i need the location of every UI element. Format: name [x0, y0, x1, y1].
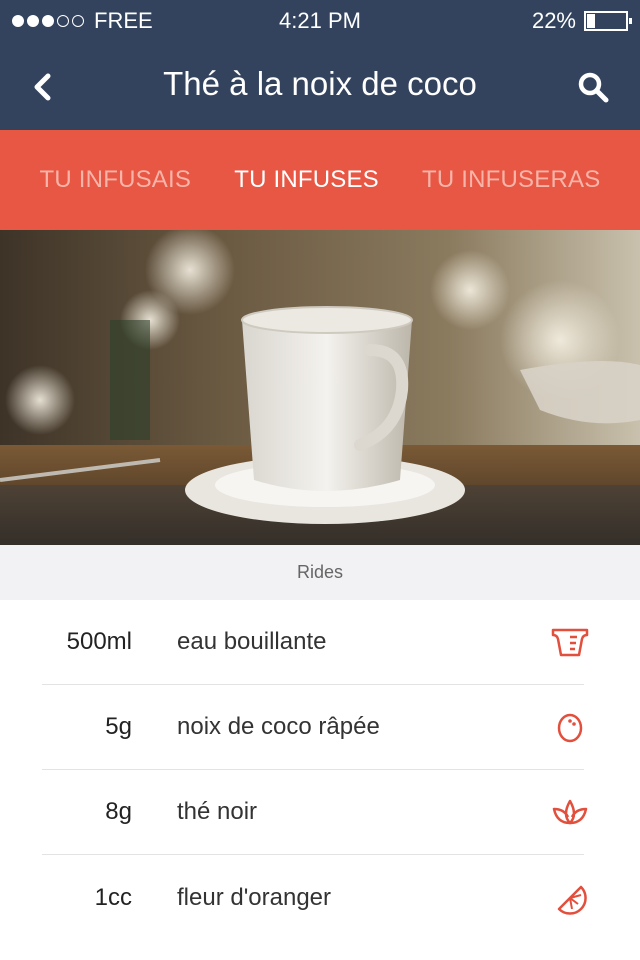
ingredient-list: 500ml eau bouillante 5g noix de coco râp… — [0, 600, 640, 940]
ingredient-row[interactable]: 5g noix de coco râpée — [42, 685, 584, 770]
tab-tu-infuseras[interactable]: TU INFUSERAS — [422, 166, 600, 194]
orange-slice-icon — [550, 878, 590, 918]
coconut-icon — [550, 707, 590, 747]
ingredient-quantity: 500ml — [66, 628, 132, 655]
ingredient-quantity: 8g — [105, 798, 132, 825]
ingredient-row[interactable]: 500ml eau bouillante — [42, 600, 589, 685]
tea-cup-photo — [0, 230, 640, 545]
ingredient-name: eau bouillante — [177, 628, 327, 655]
ingredient-quantity: 5g — [105, 713, 132, 740]
tab-bar: TU INFUSAIS TU INFUSES TU INFUSERAS — [0, 130, 640, 230]
ingredient-name: fleur d'oranger — [177, 883, 332, 911]
battery-area: 22% — [531, 8, 632, 34]
ingredient-row[interactable]: 1cc fleur d'oranger — [42, 855, 587, 940]
tab-tu-infusais[interactable]: TU INFUSAIS — [40, 166, 192, 194]
ingredient-name: noix de coco râpée — [177, 713, 380, 740]
search-button[interactable] — [576, 70, 610, 104]
hero-image — [0, 230, 640, 545]
ingredient-row[interactable]: 8g thé noir — [42, 770, 588, 855]
tab-tu-infuses[interactable]: TU INFUSES — [234, 166, 379, 194]
tea-leaf-icon — [550, 792, 590, 832]
battery-fill — [587, 14, 595, 28]
search-icon — [578, 72, 609, 103]
status-bar: FREE 4:21 PM 22% — [0, 0, 640, 40]
page-title: Thé à la noix de coco — [163, 65, 477, 102]
measuring-cup-icon — [550, 622, 590, 662]
battery-icon — [584, 11, 632, 31]
ingredient-name: thé noir — [177, 798, 258, 825]
battery-percent: 22% — [531, 8, 576, 33]
section-subtitle: Rides — [0, 545, 640, 600]
navigation-bar: Thé à la noix de coco — [0, 40, 640, 130]
ingredient-quantity: 1cc — [94, 883, 132, 911]
